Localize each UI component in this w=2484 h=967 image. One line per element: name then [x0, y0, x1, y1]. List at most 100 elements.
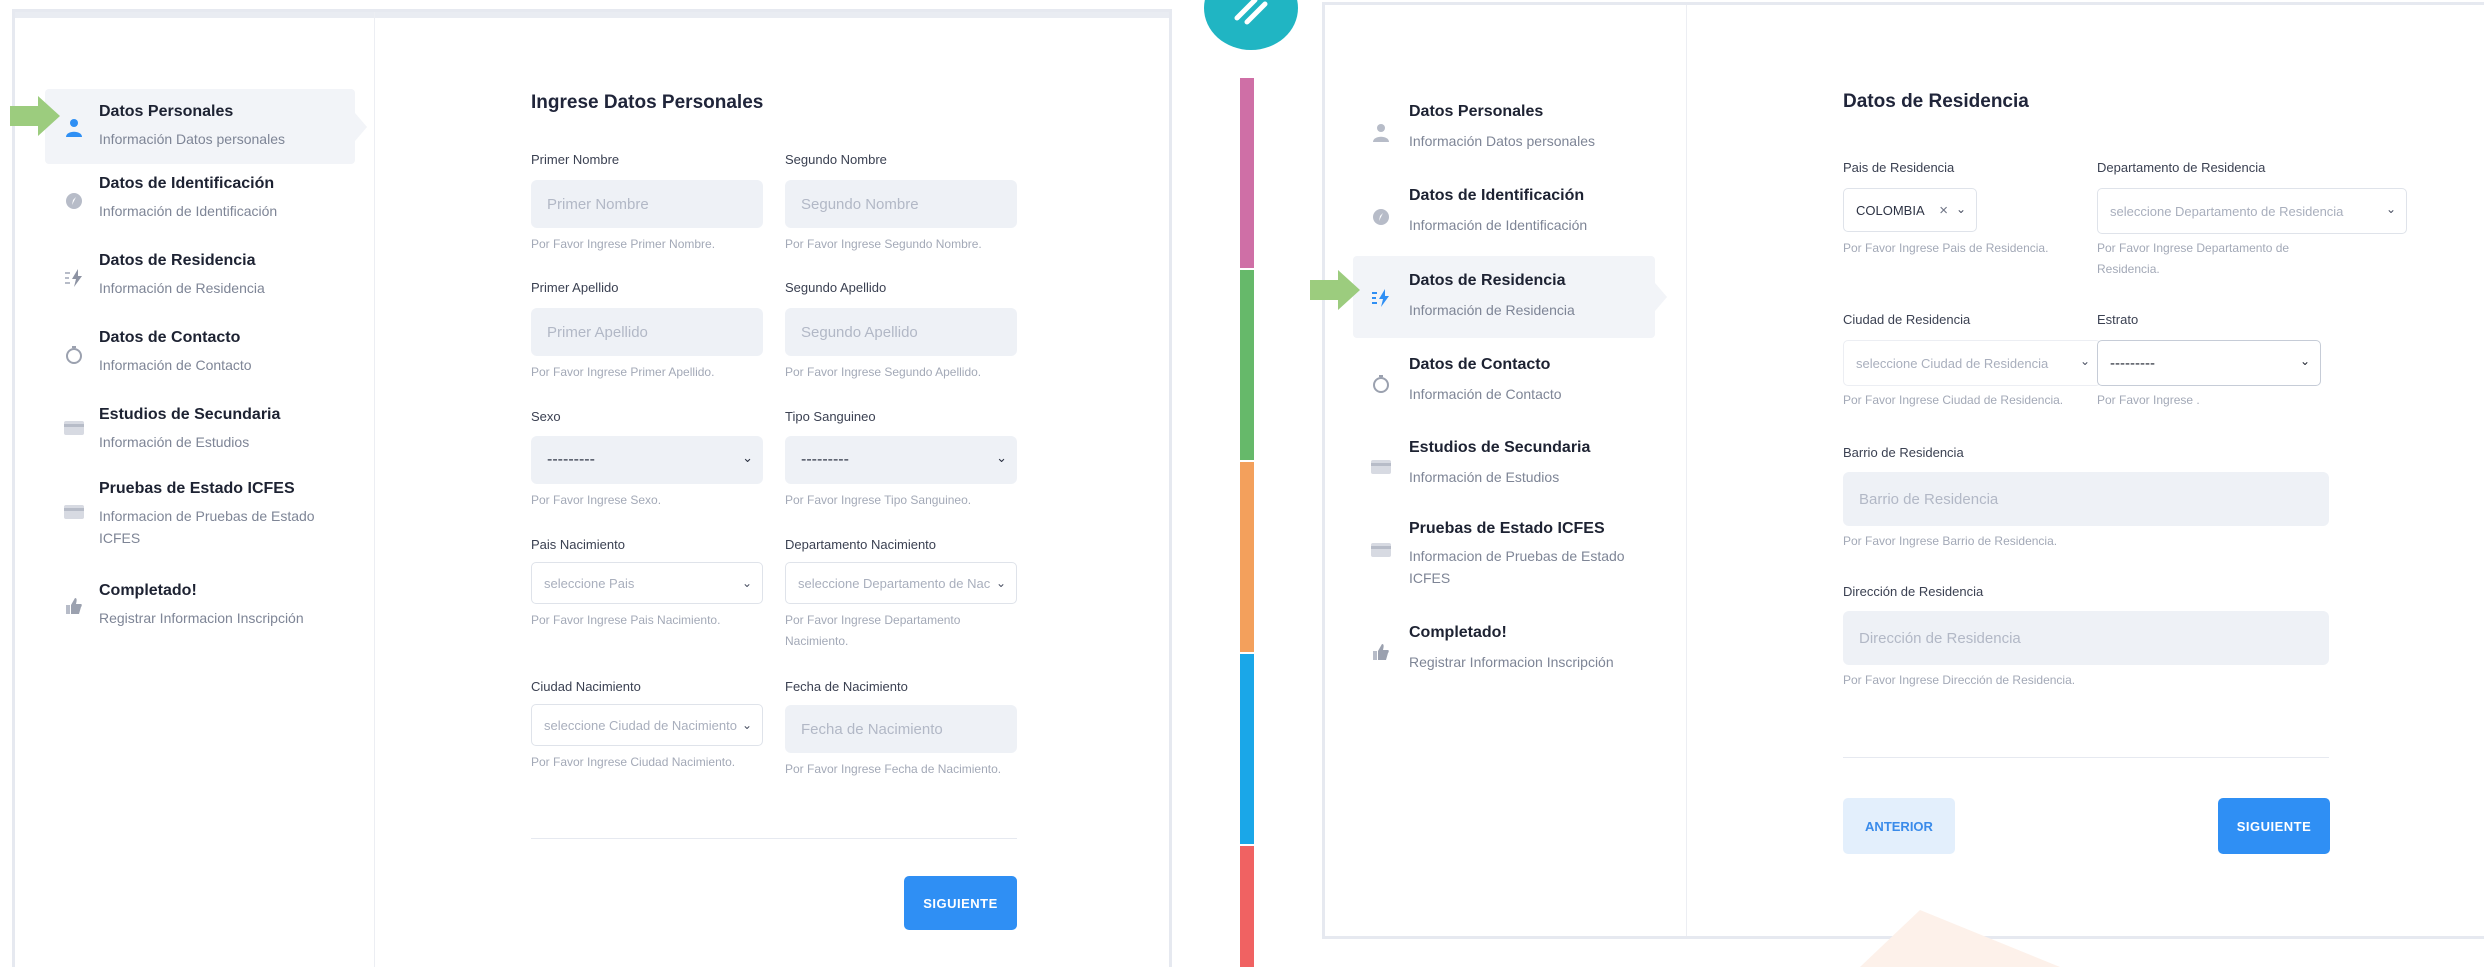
step-subtitle: Información Datos personales: [1409, 133, 1595, 149]
step-subtitle-line: ICFES: [99, 530, 141, 546]
label-sexo: Sexo: [531, 409, 561, 424]
label-barrio-residencia: Barrio de Residencia: [1843, 445, 1964, 460]
segundo-nombre-input[interactable]: Segundo Nombre: [785, 180, 1017, 228]
chevron-down-icon: ⌄: [2079, 354, 2090, 368]
step-subtitle-line: Informacion de Pruebas de Estado: [1409, 548, 1625, 564]
step-subtitle-line: ICFES: [1409, 570, 1451, 586]
hint-sexo: Por Favor Ingrese Sexo.: [531, 493, 662, 507]
step-subtitle: Informacion de Pruebas de Estado ICFES: [99, 505, 315, 549]
label-pais-residencia: Pais de Residencia: [1843, 160, 1955, 175]
step-pruebas-icfes[interactable]: Pruebas de Estado ICFES Informacion de P…: [45, 480, 355, 560]
anterior-button[interactable]: ANTERIOR: [1843, 798, 1955, 854]
step-subtitle-line: Informacion de Pruebas de Estado: [99, 508, 315, 524]
label-segundo-nombre: Segundo Nombre: [785, 152, 887, 167]
arrow-pointer-icon: [10, 96, 60, 136]
estrato-select[interactable]: --------- ⌄: [2097, 340, 2321, 386]
hint-direccion-residencia: Por Favor Ingrese Dirección de Residenci…: [1843, 673, 2076, 687]
barrio-residencia-input[interactable]: Barrio de Residencia: [1843, 472, 2329, 526]
step-datos-identificacion[interactable]: Datos de Identificación Información de I…: [45, 175, 355, 235]
chevron-down-icon: ⌄: [995, 576, 1006, 590]
thumbs-up-icon: [1369, 640, 1393, 664]
step-completado[interactable]: Completado! Registrar Informacion Inscri…: [1353, 622, 1653, 682]
fecha-nacimiento-input[interactable]: Fecha de Nacimiento: [785, 705, 1017, 753]
pais-nacimiento-select[interactable]: seleccione Pais ⌄: [531, 562, 763, 604]
depto-residencia-select[interactable]: seleccione Departamento de Residencia ⌄: [2097, 188, 2407, 234]
wizard-panel-residencia: Datos Personales Información Datos perso…: [1322, 2, 2484, 939]
label-estrato: Estrato: [2097, 312, 2139, 327]
ciudad-nacimiento-select[interactable]: seleccione Ciudad de Nacimiento ⌄: [531, 704, 763, 746]
step-subtitle: Información de Identificación: [1409, 217, 1588, 233]
step-datos-contacto[interactable]: Datos de Contacto Información de Contact…: [1353, 354, 1653, 414]
hint-ciudad-nacimiento: Por Favor Ingrese Ciudad Nacimiento.: [531, 755, 736, 769]
sexo-select[interactable]: --------- ⌄: [531, 436, 763, 484]
hint-fecha-nacimiento: Por Favor Ingrese Fecha de Nacimiento.: [785, 762, 1002, 776]
step-title: Datos de Contacto: [1409, 356, 1551, 373]
hint-depto-nacimiento: Por Favor Ingrese Departamento Nacimiento…: [785, 610, 960, 652]
hint-line: Nacimiento.: [785, 634, 849, 648]
hint-segundo-nombre: Por Favor Ingrese Segundo Nombre.: [785, 237, 982, 251]
decorative-stripe-pink: [1240, 78, 1254, 268]
step-estudios-secundaria[interactable]: Estudios de Secundaria Información de Es…: [1353, 437, 1653, 497]
direccion-residencia-input[interactable]: Dirección de Residencia: [1843, 611, 2329, 665]
decorative-stripe-red: [1240, 846, 1254, 967]
form-title: Ingrese Datos Personales: [531, 92, 764, 113]
label-primer-apellido: Primer Apellido: [531, 280, 619, 295]
hint-line: Por Favor Ingrese Departamento de: [2097, 241, 2290, 255]
pais-residencia-select[interactable]: COLOMBIA × ⌄: [1843, 188, 1977, 232]
primer-apellido-input[interactable]: Primer Apellido: [531, 308, 763, 356]
card-icon: [1369, 455, 1393, 479]
compass-icon: [1369, 205, 1393, 229]
decorative-shape: [1860, 910, 2060, 967]
label-depto-nacimiento: Departamento Nacimiento: [785, 537, 937, 552]
form-divider: [531, 838, 1017, 839]
step-datos-contacto[interactable]: Datos de Contacto Información de Contact…: [45, 329, 355, 389]
hint-tipo-sanguineo: Por Favor Ingrese Tipo Sanguineo.: [785, 493, 972, 507]
decorative-stripe-green: [1240, 270, 1254, 460]
step-datos-identificacion[interactable]: Datos de Identificación Información de I…: [1353, 185, 1653, 245]
step-title: Datos Personales: [99, 103, 234, 120]
bolt-icon: [62, 266, 86, 290]
selected-value: ---------: [547, 451, 595, 468]
label-segundo-apellido: Segundo Apellido: [785, 280, 887, 295]
tipo-sanguineo-select[interactable]: --------- ⌄: [785, 436, 1017, 484]
selected-value: seleccione Ciudad de Residencia: [1856, 355, 2049, 371]
step-subtitle: Informacion de Pruebas de Estado ICFES: [1409, 545, 1625, 589]
step-datos-residencia[interactable]: Datos de Residencia Información de Resid…: [45, 252, 355, 312]
wizard-sidebar: Datos Personales Información Datos perso…: [15, 12, 375, 967]
hint-line: Residencia.: [2097, 262, 2160, 276]
selected-value: COLOMBIA: [1856, 202, 1925, 218]
ciudad-residencia-select[interactable]: seleccione Ciudad de Residencia ⌄: [1843, 340, 2101, 386]
compass-icon: [62, 189, 86, 213]
label-fecha-nacimiento: Fecha de Nacimiento: [785, 679, 908, 694]
segundo-apellido-input[interactable]: Segundo Apellido: [785, 308, 1017, 356]
card-icon: [62, 500, 86, 524]
step-title: Datos de Residencia: [99, 252, 256, 269]
chevron-down-icon: ⌄: [2385, 202, 2396, 216]
step-datos-personales[interactable]: Datos Personales Información Datos perso…: [1353, 101, 1653, 161]
step-completado[interactable]: Completado! Registrar Informacion Inscri…: [45, 582, 355, 642]
hint-segundo-apellido: Por Favor Ingrese Segundo Apellido.: [785, 365, 982, 379]
wizard-sidebar: Datos Personales Información Datos perso…: [1325, 5, 1687, 936]
step-datos-residencia[interactable]: Datos de Residencia Información de Resid…: [1353, 256, 1667, 338]
hint-barrio-residencia: Por Favor Ingrese Barrio de Residencia.: [1843, 534, 2058, 548]
form-title: Datos de Residencia: [1843, 91, 2029, 112]
step-pruebas-icfes[interactable]: Pruebas de Estado ICFES Informacion de P…: [1353, 518, 1653, 598]
siguiente-button[interactable]: SIGUIENTE: [904, 876, 1017, 930]
clock-icon: [1369, 372, 1393, 396]
step-estudios-secundaria[interactable]: Estudios de Secundaria Información de Es…: [45, 406, 355, 466]
clear-icon[interactable]: ×: [1939, 202, 1948, 219]
step-subtitle: Información de Residencia: [1409, 302, 1575, 318]
selected-value: ---------: [801, 451, 849, 468]
step-datos-personales[interactable]: Datos Personales Información Datos perso…: [45, 89, 367, 164]
siguiente-button[interactable]: SIGUIENTE: [2218, 798, 2330, 854]
decorative-stripe-orange: [1240, 462, 1254, 652]
hint-line: Por Favor Ingrese Departamento: [785, 613, 961, 627]
hint-pais-residencia: Por Favor Ingrese Pais de Residencia.: [1843, 241, 2049, 255]
thumbs-up-icon: [62, 594, 86, 618]
label-ciudad-residencia: Ciudad de Residencia: [1843, 312, 1971, 327]
clock-icon: [62, 343, 86, 367]
selected-value: ---------: [2110, 354, 2155, 372]
primer-nombre-input[interactable]: Primer Nombre: [531, 180, 763, 228]
chevron-down-icon: ⌄: [741, 576, 752, 590]
depto-nacimiento-select[interactable]: seleccione Departamento de Nac ⌄: [785, 562, 1017, 604]
